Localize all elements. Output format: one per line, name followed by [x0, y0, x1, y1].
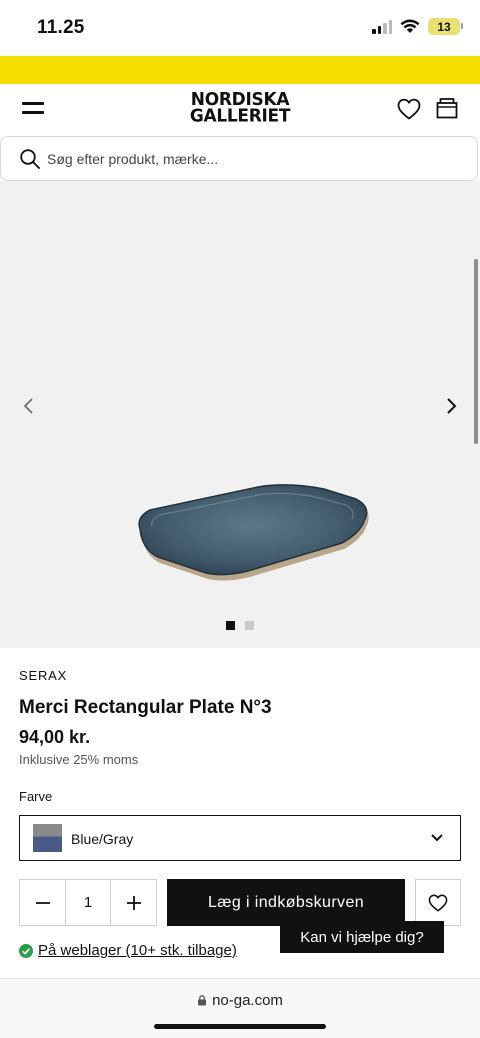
page-scrollbar[interactable] — [474, 259, 478, 444]
logo-line-2: GALLERIET — [189, 105, 291, 127]
cellular-signal-icon — [372, 19, 392, 34]
url-text: no-ga.com — [212, 992, 283, 1009]
quantity-increase-button[interactable] — [111, 880, 156, 925]
status-indicators: 13 — [372, 18, 463, 35]
color-select-value: Blue/Gray — [71, 831, 134, 847]
battery-icon: 13 — [428, 18, 463, 35]
product-title: Merci Rectangular Plate N°3 — [19, 697, 272, 718]
add-to-wishlist-button[interactable] — [415, 879, 461, 926]
product-price: 94,00 kr. — [19, 727, 91, 747]
menu-icon[interactable] — [22, 100, 44, 116]
search-input[interactable] — [47, 148, 447, 170]
quantity-value[interactable]: 1 — [65, 880, 111, 925]
quantity-stepper: 1 — [19, 879, 157, 926]
quantity-decrease-button[interactable] — [20, 880, 65, 925]
chevron-down-icon — [431, 834, 443, 842]
gallery-prev-arrow-icon[interactable] — [19, 395, 39, 417]
site-logo[interactable]: NORDISKA GALLERIET — [168, 91, 312, 127]
minus-icon — [35, 901, 50, 904]
site-header: NORDISKA GALLERIET — [0, 84, 480, 136]
search-bar[interactable] — [0, 136, 478, 181]
add-to-cart-button[interactable]: Læg i indkøbskurven — [167, 879, 405, 926]
browser-address-bar[interactable]: no-ga.com — [0, 978, 480, 1038]
gallery-dot-2[interactable] — [245, 621, 254, 630]
search-icon — [20, 149, 40, 169]
gallery-next-arrow-icon[interactable] — [442, 395, 462, 417]
color-label: Farve — [19, 789, 53, 804]
wifi-icon — [400, 19, 420, 33]
product-image-gallery[interactable] — [0, 181, 480, 648]
shopping-bag-icon[interactable] — [436, 97, 458, 119]
lock-icon — [198, 995, 207, 1006]
help-chat-button[interactable]: Kan vi hjælpe dig? — [280, 921, 444, 953]
color-select[interactable]: Blue/Gray — [19, 815, 461, 861]
plus-icon — [126, 895, 141, 910]
promo-bar[interactable] — [0, 56, 480, 84]
vat-note: Inklusive 25% moms — [19, 752, 139, 767]
heart-icon — [428, 894, 448, 912]
product-image-plate — [138, 484, 369, 581]
wishlist-heart-icon[interactable] — [397, 98, 421, 120]
status-bar: 11.25 13 — [0, 0, 480, 56]
stock-status-link[interactable]: På weblager (10+ stk. tilbage) — [38, 942, 237, 959]
url-display[interactable]: no-ga.com — [0, 992, 480, 1009]
status-time: 11.25 — [37, 17, 85, 38]
check-circle-icon — [19, 943, 33, 958]
product-brand[interactable]: SERAX — [19, 668, 67, 683]
stock-status: På weblager (10+ stk. tilbage) — [19, 942, 237, 959]
home-indicator[interactable] — [154, 1024, 326, 1029]
gallery-dot-1[interactable] — [226, 621, 235, 630]
color-swatch — [33, 824, 62, 852]
gallery-pagination — [226, 621, 254, 630]
